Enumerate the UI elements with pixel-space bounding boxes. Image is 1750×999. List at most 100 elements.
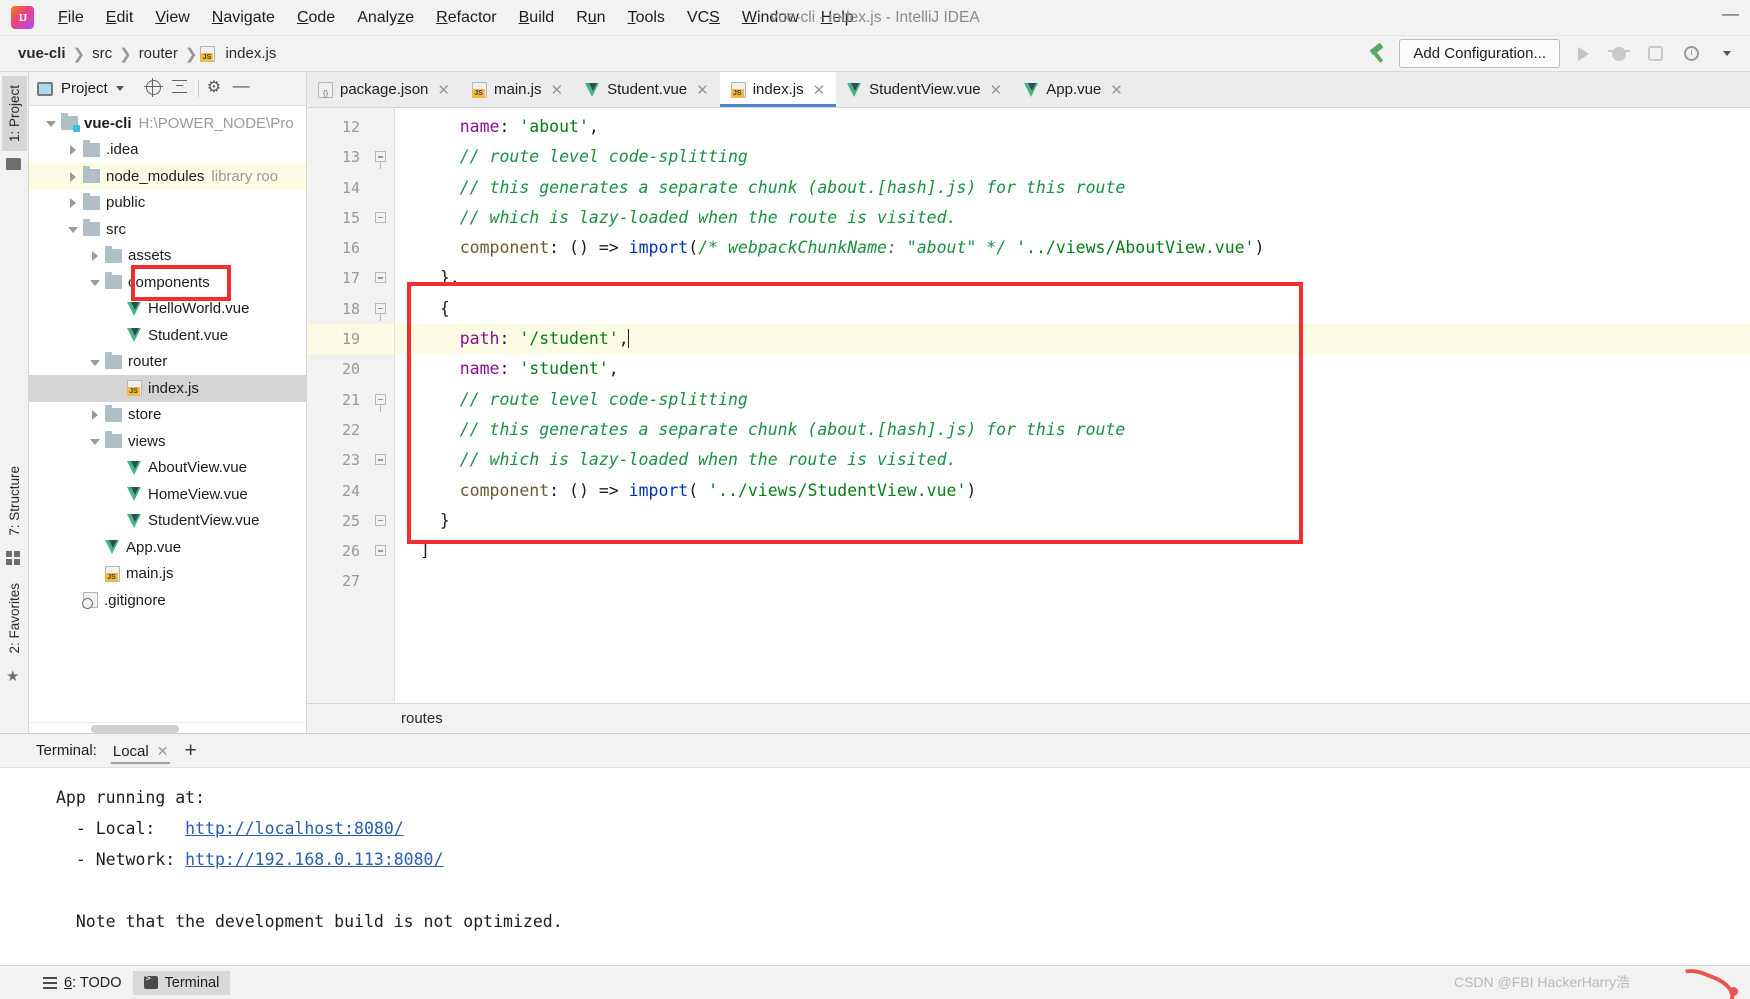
gutter-line-14[interactable]: 14 <box>307 173 394 203</box>
chevron-down-icon[interactable] <box>43 115 59 131</box>
breadcrumb-item-src[interactable]: src <box>88 45 116 62</box>
rail-tab-structure[interactable]: 7: Structure <box>2 457 27 545</box>
code-editor[interactable]: 12 13 14 15 16 17 18 19 20 21 22 23 24 25 26 27 name: '… <box>307 108 1750 703</box>
menu-item-vcs[interactable]: VCS <box>676 6 731 30</box>
gutter-line-20[interactable]: 20 <box>307 354 394 384</box>
gutter-line-17[interactable]: 17 <box>307 263 394 293</box>
hide-panel-minus-icon[interactable]: — <box>233 77 251 98</box>
close-icon[interactable]: ✕ <box>813 81 826 99</box>
menu-item-help[interactable]: Help <box>810 6 865 30</box>
tree-node-student-vue[interactable]: Student.vue <box>29 322 306 349</box>
status-todo-button[interactable]: 6: TODO <box>32 971 133 995</box>
close-icon[interactable]: ✕ <box>437 81 450 99</box>
tree-node-node-modules[interactable]: node_modules library roo <box>29 163 306 190</box>
tree-node-homeview-vue[interactable]: HomeView.vue <box>29 481 306 508</box>
menu-item-file[interactable]: File <box>47 6 95 30</box>
editor-code-text[interactable]: name: 'about', // route level code-split… <box>395 108 1750 703</box>
terminal-link[interactable]: http://192.168.0.113:8080/ <box>185 850 443 869</box>
editor-tab-app-vue[interactable]: App.vue ✕ <box>1013 72 1134 107</box>
chevron-down-icon[interactable] <box>87 354 103 370</box>
code-line-20[interactable]: name: 'student', <box>395 354 1750 384</box>
grid-icon[interactable] <box>6 551 22 567</box>
editor-tab-main-js[interactable]: main.js ✕ <box>460 72 575 107</box>
gutter-line-15[interactable]: 15 <box>307 203 394 233</box>
code-line-25[interactable]: } <box>395 506 1750 536</box>
code-line-16[interactable]: component: () => import(/* webpackChunkN… <box>395 233 1750 263</box>
gutter-line-23[interactable]: 23 <box>307 445 394 475</box>
menu-item-build[interactable]: Build <box>508 6 566 30</box>
code-line-22[interactable]: // this generates a separate chunk (abou… <box>395 415 1750 445</box>
tree-node-router[interactable]: router <box>29 349 306 376</box>
project-tree[interactable]: vue-cli H:\POWER_NODE\Pro .idea node_module… <box>29 106 306 722</box>
collapse-all-icon[interactable] <box>171 79 190 98</box>
terminal-tab-local[interactable]: Local ✕ <box>110 737 171 764</box>
menu-item-code[interactable]: Code <box>286 6 346 30</box>
code-fold-icon[interactable] <box>375 514 386 526</box>
editor-tab-student-vue[interactable]: Student.vue ✕ <box>574 72 720 107</box>
code-line-12[interactable]: name: 'about', <box>395 112 1750 142</box>
star-icon[interactable]: ★ <box>6 669 22 686</box>
debug-button[interactable] <box>1606 41 1632 67</box>
chevron-down-icon[interactable] <box>115 86 124 91</box>
chevron-right-icon[interactable] <box>65 195 81 211</box>
code-fold-icon[interactable] <box>375 151 386 170</box>
gutter-line-16[interactable]: 16 <box>307 233 394 263</box>
tree-node-aboutview-vue[interactable]: AboutView.vue <box>29 455 306 482</box>
menu-item-run[interactable]: Run <box>565 6 616 30</box>
tree-node-index-js[interactable]: index.js <box>29 375 306 402</box>
code-fold-icon[interactable] <box>375 545 386 557</box>
code-fold-icon[interactable] <box>375 393 386 412</box>
tree-node-helloworld-vue[interactable]: HelloWorld.vue <box>29 296 306 323</box>
chevron-down-icon[interactable] <box>87 274 103 290</box>
code-line-27[interactable] <box>395 566 1750 596</box>
coverage-button[interactable] <box>1642 41 1668 67</box>
gutter-line-13[interactable]: 13 <box>307 142 394 172</box>
menu-item-view[interactable]: View <box>144 6 200 30</box>
breadcrumb-item-index-js[interactable]: index.js <box>221 45 280 62</box>
menu-item-refactor[interactable]: Refactor <box>425 6 507 30</box>
close-icon[interactable]: ✕ <box>157 743 169 760</box>
code-line-15[interactable]: // which is lazy-loaded when the route i… <box>395 203 1750 233</box>
tree-node-vue-cli[interactable]: vue-cli H:\POWER_NODE\Pro <box>29 110 306 137</box>
code-fold-icon[interactable] <box>375 211 386 223</box>
minimize-button[interactable]: — <box>1722 5 1739 24</box>
close-icon[interactable]: ✕ <box>1110 81 1123 99</box>
code-line-13[interactable]: // route level code-splitting <box>395 142 1750 172</box>
breadcrumb-item-vue-cli[interactable]: vue-cli <box>14 45 70 62</box>
gutter-line-26[interactable]: 26 <box>307 536 394 566</box>
tree-node-assets[interactable]: assets <box>29 243 306 270</box>
gear-icon[interactable]: ⚙ <box>207 79 225 98</box>
folder-icon[interactable] <box>6 158 22 174</box>
code-line-17[interactable]: }, <box>395 263 1750 293</box>
editor-tab-studentview-vue[interactable]: StudentView.vue ✕ <box>836 72 1014 107</box>
menu-item-navigate[interactable]: Navigate <box>201 6 286 30</box>
project-horizontal-scrollbar[interactable] <box>29 722 306 733</box>
tree-node-public[interactable]: public <box>29 190 306 217</box>
recent-run-button[interactable] <box>1678 41 1704 67</box>
gutter-line-27[interactable]: 27 <box>307 566 394 596</box>
tree-node-views[interactable]: views <box>29 428 306 455</box>
chevron-right-icon[interactable] <box>65 142 81 158</box>
menu-item-window[interactable]: Window <box>731 6 810 30</box>
editor-tab-package-json[interactable]: package.json ✕ <box>307 72 461 107</box>
tree-node-components[interactable]: components <box>29 269 306 296</box>
code-fold-icon[interactable] <box>375 272 386 284</box>
gutter-line-24[interactable]: 24 <box>307 476 394 506</box>
tree-node-studentview-vue[interactable]: StudentView.vue <box>29 508 306 535</box>
chevron-right-icon[interactable] <box>65 168 81 184</box>
code-line-19[interactable]: path: '/student', <box>395 324 1750 355</box>
close-icon[interactable]: ✕ <box>990 81 1003 99</box>
code-line-14[interactable]: // this generates a separate chunk (abou… <box>395 173 1750 203</box>
chevron-down-icon[interactable] <box>87 433 103 449</box>
hammer-icon[interactable] <box>1367 42 1389 64</box>
menu-item-edit[interactable]: Edit <box>95 6 145 30</box>
close-icon[interactable]: ✕ <box>696 81 709 99</box>
run-button[interactable] <box>1570 41 1596 67</box>
chevron-down-icon[interactable] <box>65 221 81 237</box>
code-line-21[interactable]: // route level code-splitting <box>395 385 1750 415</box>
gutter-line-21[interactable]: 21 <box>307 385 394 415</box>
tree-node--gitignore[interactable]: .gitignore <box>29 587 306 614</box>
tree-node--idea[interactable]: .idea <box>29 137 306 164</box>
breadcrumb-item-router[interactable]: router <box>135 45 182 62</box>
gutter-line-18[interactable]: 18 <box>307 294 394 324</box>
